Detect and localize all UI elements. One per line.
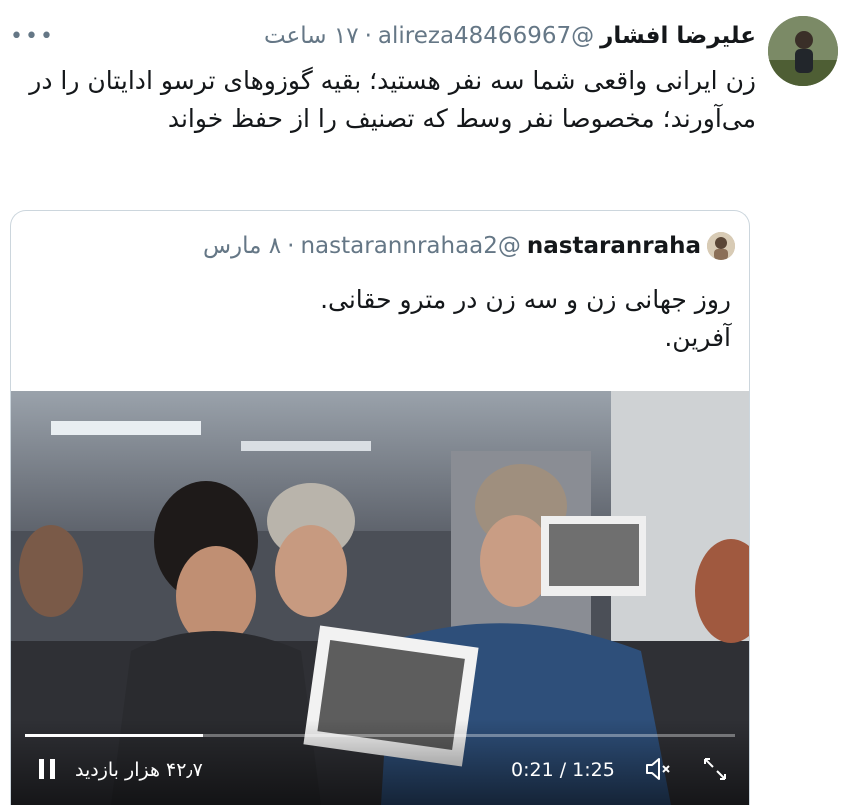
video-progress-fill bbox=[25, 734, 203, 737]
quoted-text-line2: آفرین. bbox=[664, 323, 731, 352]
quoted-header: nastaranraha @nastarannrahaa2 · ۸ مارس bbox=[203, 229, 735, 263]
tweet-text: زن ایرانی واقعی شما سه نفر هستید؛ بقیه گ… bbox=[29, 66, 756, 133]
quoted-avatar[interactable] bbox=[707, 232, 735, 260]
quoted-text-line1: روز جهانی زن و سه زن در مترو حقانی. bbox=[320, 285, 731, 314]
quoted-tweet[interactable]: nastaranraha @nastarannrahaa2 · ۸ مارس ر… bbox=[10, 210, 750, 805]
more-icon[interactable]: ••• bbox=[10, 24, 55, 49]
tweet-time[interactable]: ۱۷ ساعت bbox=[264, 23, 359, 49]
quoted-time[interactable]: ۸ مارس bbox=[203, 233, 281, 259]
video-player[interactable]: ۴۲٫۷ هزار بازدید 0:21 / 1:25 bbox=[11, 391, 749, 805]
view-count: ۴۲٫۷ هزار بازدید bbox=[75, 759, 203, 781]
separator-dot: · bbox=[364, 23, 372, 49]
tweet-header: علیرضا افشار @alireza48466967 · ۱۷ ساعت bbox=[264, 18, 756, 54]
expand-icon[interactable] bbox=[699, 753, 731, 785]
avatar-photo bbox=[768, 16, 838, 86]
tweet[interactable]: علیرضا افشار @alireza48466967 · ۱۷ ساعت … bbox=[0, 0, 848, 805]
quoted-text: روز جهانی زن و سه زن در مترو حقانی. آفری… bbox=[31, 281, 731, 357]
author-handle[interactable]: @alireza48466967 bbox=[378, 23, 594, 49]
quoted-author-name[interactable]: nastaranraha bbox=[527, 233, 701, 259]
quoted-separator-dot: · bbox=[287, 233, 295, 259]
author-name[interactable]: علیرضا افشار bbox=[600, 23, 756, 49]
quoted-avatar-photo bbox=[707, 232, 735, 260]
volume-muted-icon[interactable] bbox=[641, 753, 673, 785]
video-timecode: 0:21 / 1:25 bbox=[511, 759, 615, 781]
quoted-author-handle[interactable]: @nastarannrahaa2 bbox=[300, 233, 520, 259]
author-avatar[interactable] bbox=[768, 16, 838, 86]
video-progress-bar[interactable] bbox=[25, 734, 735, 737]
pause-icon[interactable] bbox=[33, 755, 61, 783]
video-controls: ۴۲٫۷ هزار بازدید 0:21 / 1:25 bbox=[11, 719, 749, 805]
